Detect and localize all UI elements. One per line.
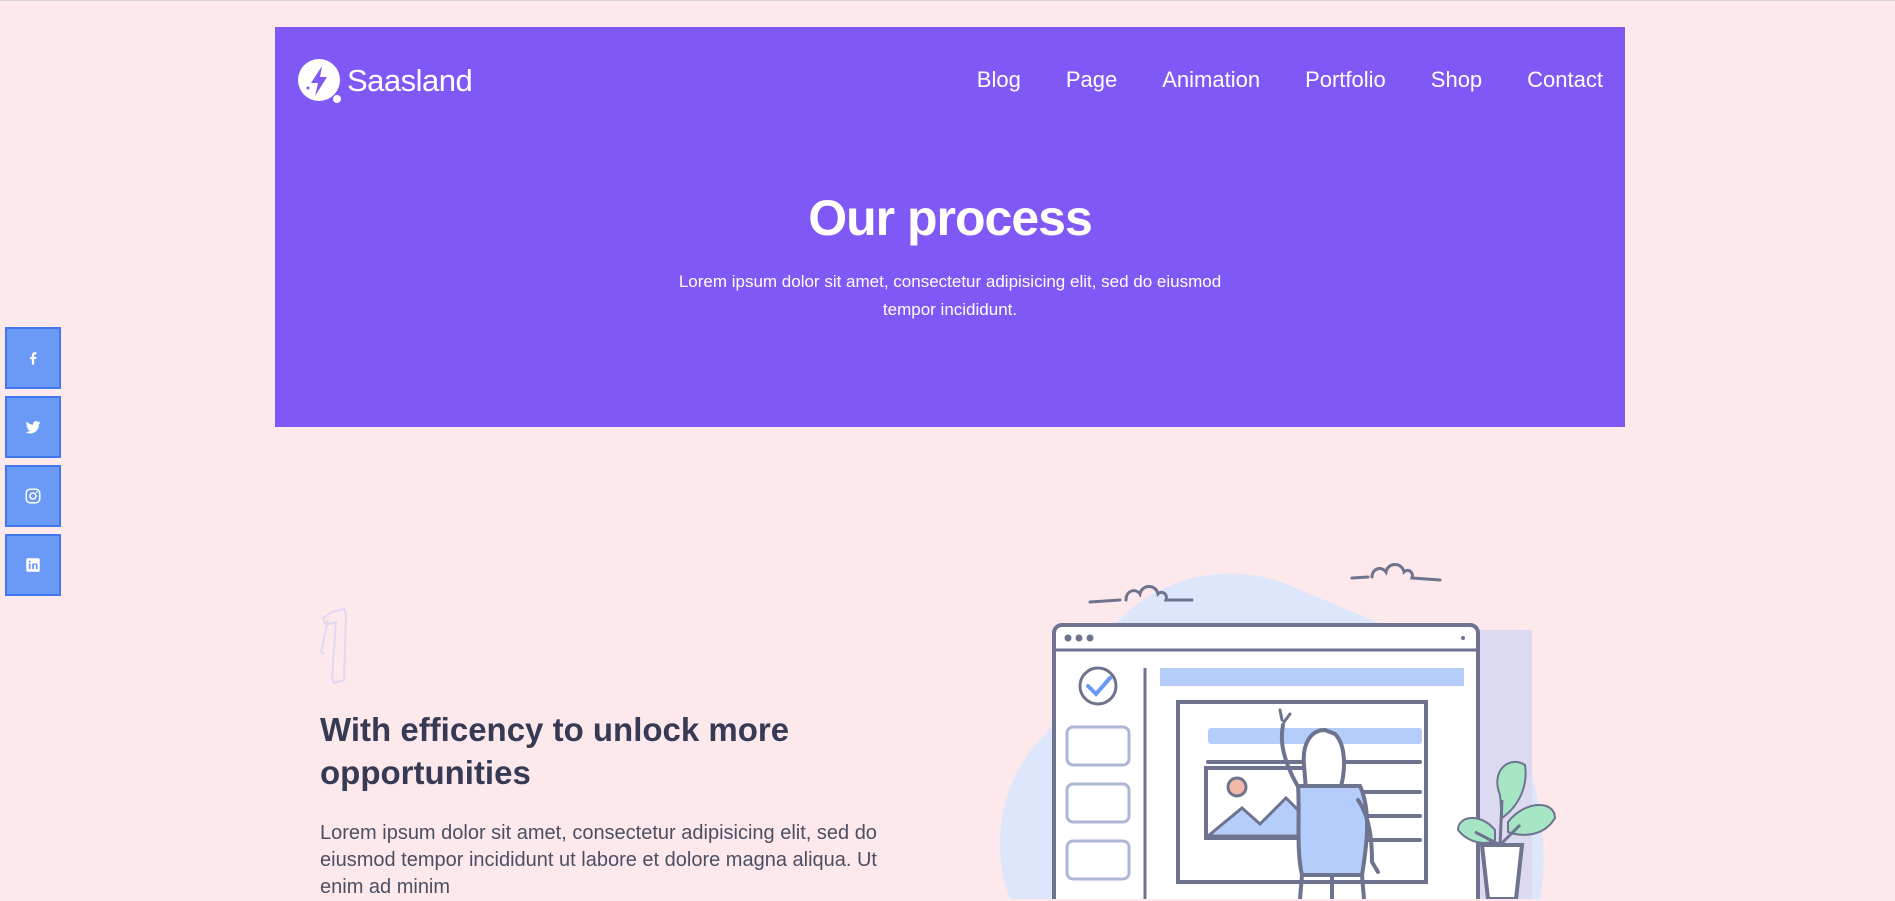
linkedin-button[interactable]: [5, 534, 61, 596]
hero-banner: Saasland Blog Page Animation Portfolio S…: [275, 27, 1625, 427]
nav-item-shop[interactable]: Shop: [1431, 67, 1482, 93]
facebook-button[interactable]: [5, 327, 61, 389]
process-illustration: [1000, 563, 1557, 899]
brand-logo[interactable]: Saasland: [297, 58, 473, 104]
instagram-button[interactable]: [5, 465, 61, 527]
facebook-icon: [30, 352, 37, 365]
page-title: Our process: [808, 190, 1093, 246]
step-number: 1: [318, 608, 319, 609]
nav-item-contact[interactable]: Contact: [1527, 67, 1603, 93]
nav-item-page[interactable]: Page: [1066, 67, 1117, 93]
step-description: Lorem ipsum dolor sit amet, consectetur …: [320, 822, 877, 898]
instagram-icon: [25, 488, 41, 504]
linkedin-icon: [26, 558, 40, 572]
twitter-icon: [25, 421, 41, 434]
nav-item-portfolio[interactable]: Portfolio: [1305, 67, 1386, 93]
step-number-outline: 1: [318, 608, 348, 685]
step-title: With efficency to unlock more opportunit…: [320, 711, 790, 791]
social-sidebar: [5, 327, 61, 603]
cloud-right: [1350, 563, 1442, 582]
brand-name: Saasland: [347, 63, 473, 98]
twitter-button[interactable]: [5, 396, 61, 458]
lightning-logo-icon: [298, 59, 341, 103]
nav-item-animation[interactable]: Animation: [1162, 67, 1260, 93]
top-border: [0, 0, 1895, 1]
nav-item-blog[interactable]: Blog: [977, 67, 1021, 93]
hero-subtitle: Lorem ipsum dolor sit amet, consectetur …: [678, 272, 1222, 319]
main-nav: Blog Page Animation Portfolio Shop Conta…: [932, 67, 1603, 93]
